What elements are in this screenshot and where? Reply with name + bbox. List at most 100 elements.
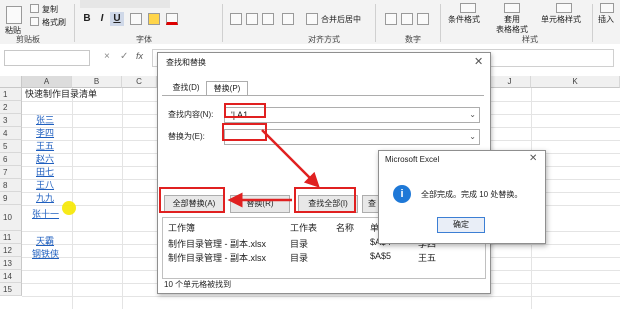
percent-icon[interactable] — [401, 13, 413, 25]
fill-color-icon[interactable] — [148, 13, 160, 25]
message-title: Microsoft Excel — [385, 155, 440, 164]
column-header-a[interactable]: A — [22, 76, 72, 88]
ribbon-separator — [592, 4, 593, 42]
message-text: 全部完成。完成 10 处替换。 — [421, 190, 523, 199]
row-header[interactable]: 10 — [0, 205, 22, 231]
cell-link[interactable]: 李四 — [36, 127, 54, 140]
column-header-c[interactable]: C — [122, 76, 157, 88]
gridline — [72, 88, 73, 309]
ribbon-separator — [74, 4, 75, 42]
indent-icon[interactable] — [282, 13, 294, 25]
column-header-j[interactable]: J — [489, 76, 531, 88]
col-workbook-header[interactable]: 工作簿 — [168, 221, 195, 234]
conditional-format-icon[interactable] — [460, 3, 476, 13]
tab-replace[interactable]: 替换(P) — [206, 81, 248, 96]
row-header[interactable]: 2 — [0, 101, 22, 114]
border-icon[interactable] — [130, 13, 142, 25]
font-name-box[interactable] — [80, 0, 170, 8]
cell-link[interactable]: 王五 — [36, 140, 54, 153]
info-icon: i — [393, 185, 411, 203]
replace-label: 替换为(E): — [168, 132, 205, 141]
copy-icon[interactable] — [30, 4, 39, 13]
merge-icon[interactable] — [306, 13, 318, 25]
message-box: Microsoft Excel ✕ i 全部完成。完成 10 处替换。 确定 — [378, 150, 546, 244]
comma-icon[interactable] — [417, 13, 429, 25]
insert-icon[interactable] — [600, 3, 614, 13]
annotation-box — [294, 187, 356, 213]
result-value[interactable]: 王五 — [418, 251, 436, 264]
chevron-down-icon[interactable]: ⌄ — [469, 110, 476, 119]
ribbon-separator — [375, 4, 376, 42]
insert-button[interactable]: 插入 — [598, 14, 614, 25]
table-format-icon[interactable] — [504, 3, 520, 13]
annotation-box — [224, 103, 266, 118]
chevron-down-icon[interactable]: ⌄ — [469, 132, 476, 141]
row-header[interactable]: 12 — [0, 244, 22, 257]
cell-link[interactable]: 张三 — [36, 114, 54, 127]
col-sheet-header[interactable]: 工作表 — [290, 221, 317, 234]
align-right-icon[interactable] — [262, 13, 274, 25]
cursor-highlight — [62, 201, 76, 215]
row-header[interactable]: 13 — [0, 257, 22, 270]
col-name-header[interactable]: 名称 — [336, 221, 354, 234]
column-header-b[interactable]: B — [72, 76, 122, 88]
cell-link[interactable]: 王八 — [36, 179, 54, 192]
tab-divider — [162, 95, 484, 96]
cell-style-button[interactable]: 单元格样式 — [541, 14, 581, 25]
cell-link[interactable]: 田七 — [36, 166, 54, 179]
column-header-k[interactable]: K — [531, 76, 620, 88]
underline-button[interactable]: U — [110, 12, 124, 26]
cell-link[interactable]: 九九 — [36, 192, 54, 205]
align-left-icon[interactable] — [230, 13, 242, 25]
italic-button[interactable]: I — [95, 12, 109, 26]
row-header[interactable]: 8 — [0, 179, 22, 192]
cell-link[interactable]: 张十一 — [32, 208, 59, 221]
tab-find[interactable]: 查找(D) — [166, 81, 206, 95]
font-color-icon[interactable] — [166, 13, 178, 25]
close-icon[interactable]: ✕ — [474, 55, 483, 68]
ribbon-separator — [440, 4, 441, 42]
row-header[interactable]: 3 — [0, 114, 22, 127]
ribbon: 粘贴 复制 格式刷 剪贴板 B I U 字体 合并后居中 对齐方式 数字 条件格… — [0, 0, 620, 45]
status-text: 10 个单元格被找到 — [164, 280, 232, 289]
align-center-icon[interactable] — [246, 13, 258, 25]
cell-style-icon[interactable] — [556, 3, 572, 13]
cell-link[interactable]: 钢铁侠 — [32, 248, 59, 261]
row-header[interactable]: 7 — [0, 166, 22, 179]
copy-button[interactable]: 复制 — [42, 4, 58, 15]
result-sheet[interactable]: 目录 — [290, 237, 308, 250]
row-header[interactable]: 6 — [0, 153, 22, 166]
result-cell[interactable]: $A$5 — [370, 251, 391, 261]
confirm-icon[interactable]: ✓ — [120, 51, 128, 62]
ok-button[interactable]: 确定 — [437, 217, 485, 233]
select-all-corner[interactable] — [0, 76, 22, 88]
row-header[interactable]: 14 — [0, 270, 22, 283]
annotation-box — [222, 123, 267, 141]
replace-button[interactable]: 替换(R) — [230, 195, 290, 213]
fx-icon[interactable]: fx — [136, 51, 143, 61]
currency-icon[interactable] — [385, 13, 397, 25]
find-label: 查找内容(N): — [168, 110, 214, 119]
cell-a1[interactable]: 快速制作目录清单 — [25, 88, 97, 101]
format-painter-button[interactable]: 格式刷 — [42, 17, 66, 28]
close-icon[interactable]: ✕ — [529, 153, 537, 164]
paste-icon[interactable] — [6, 6, 22, 24]
row-header[interactable]: 5 — [0, 140, 22, 153]
result-workbook[interactable]: 制作目录管理 - 副本.xlsx — [168, 251, 266, 264]
row-header[interactable]: 9 — [0, 192, 22, 205]
cancel-icon[interactable]: × — [104, 51, 110, 62]
format-painter-icon[interactable] — [30, 17, 39, 26]
conditional-format-button[interactable]: 条件格式 — [448, 14, 480, 25]
result-workbook[interactable]: 制作目录管理 - 副本.xlsx — [168, 237, 266, 250]
cell-link[interactable]: 天霸 — [36, 235, 54, 248]
result-sheet[interactable]: 目录 — [290, 251, 308, 264]
bold-button[interactable]: B — [80, 12, 94, 26]
row-header[interactable]: 15 — [0, 283, 22, 296]
ribbon-separator — [222, 4, 223, 42]
name-box[interactable] — [4, 50, 90, 66]
row-header[interactable]: 4 — [0, 127, 22, 140]
cell-link[interactable]: 赵六 — [36, 153, 54, 166]
row-header[interactable]: 1 — [0, 88, 22, 101]
merge-center-button[interactable]: 合并后居中 — [321, 14, 361, 25]
row-header[interactable]: 11 — [0, 231, 22, 244]
